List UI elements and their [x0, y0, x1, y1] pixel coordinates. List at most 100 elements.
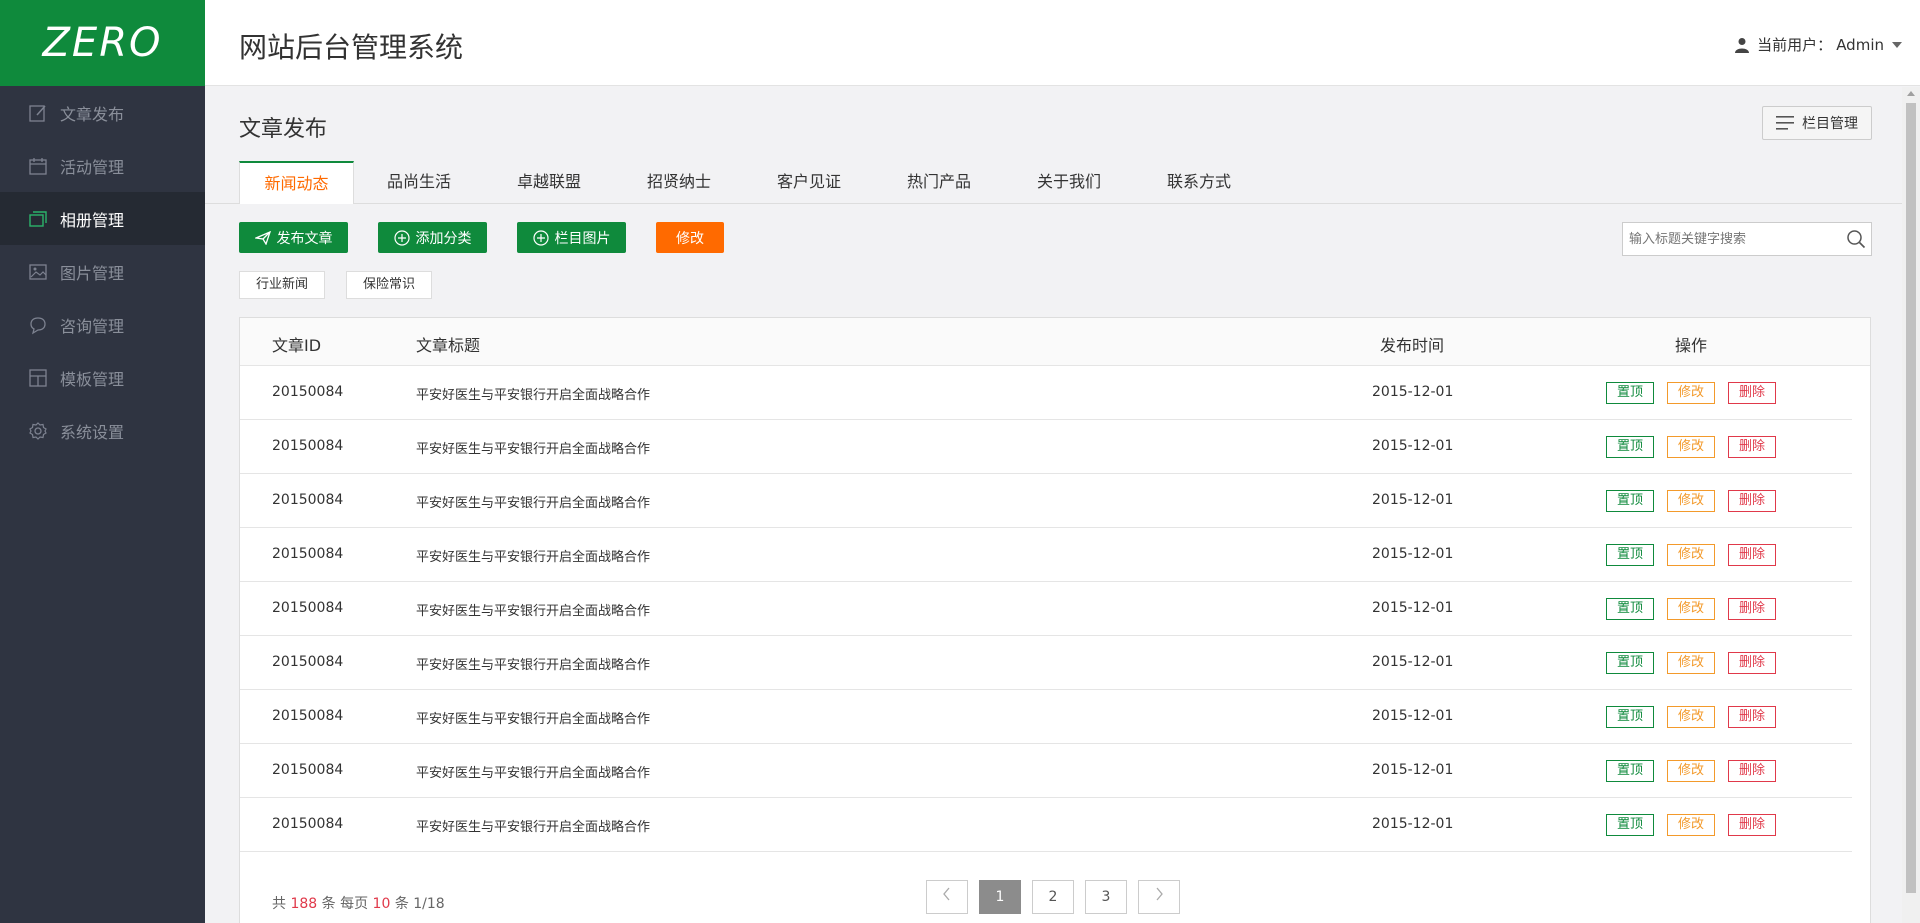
user-menu[interactable]: 当前用户： Admin	[1735, 34, 1902, 55]
sidebar-item-2[interactable]: 相册管理	[0, 192, 205, 245]
delete-button[interactable]: 删除	[1728, 544, 1776, 566]
tab-6[interactable]: 关于我们	[1004, 161, 1134, 204]
edit-button[interactable]: 修改	[1667, 382, 1715, 404]
sidebar: ZERO 文章发布 活动管理 相册管理 图片管理 咨询管理 模板管理 系统设置	[0, 0, 205, 923]
cell-article-title[interactable]: 平安好医生与平安银行开启全面战略合作	[416, 762, 650, 781]
search-input[interactable]	[1623, 224, 1841, 254]
sidebar-item-4[interactable]: 咨询管理	[0, 298, 205, 351]
pin-top-button[interactable]: 置顶	[1606, 436, 1654, 458]
cell-article-id: 20150084	[272, 384, 344, 400]
page-button-3[interactable]: 3	[1085, 880, 1127, 914]
scrollbar-thumb[interactable]	[1906, 103, 1916, 893]
pin-top-button[interactable]: 置顶	[1606, 598, 1654, 620]
delete-button[interactable]: 删除	[1728, 490, 1776, 512]
add-category-button[interactable]: 添加分类	[378, 222, 487, 253]
cell-article-title[interactable]: 平安好医生与平安银行开启全面战略合作	[416, 816, 650, 835]
table-row: 20150084 平安好医生与平安银行开启全面战略合作 2015-12-01 置顶 修改…	[240, 798, 1852, 852]
cell-article-title[interactable]: 平安好医生与平安银行开启全面战略合作	[416, 438, 650, 457]
col-header-ops: 操作	[1675, 336, 1708, 355]
tab-1[interactable]: 品尚生活	[354, 161, 484, 204]
delete-button[interactable]: 删除	[1728, 814, 1776, 836]
tab-3[interactable]: 招贤纳士	[614, 161, 744, 204]
cell-article-id: 20150084	[272, 546, 344, 562]
pin-top-button[interactable]: 置顶	[1606, 652, 1654, 674]
edit-button[interactable]: 修改	[1667, 814, 1715, 836]
modify-button[interactable]: 修改	[656, 222, 724, 253]
delete-button[interactable]: 删除	[1728, 382, 1776, 404]
sidebar-item-1[interactable]: 活动管理	[0, 139, 205, 192]
table-row: 20150084 平安好医生与平安银行开启全面战略合作 2015-12-01 置顶 修改…	[240, 366, 1852, 420]
search-icon[interactable]	[1841, 229, 1871, 249]
total-count: 188	[290, 896, 318, 912]
sidebar-item-5[interactable]: 模板管理	[0, 351, 205, 404]
column-manage-label: 栏目管理	[1802, 116, 1858, 132]
delete-button[interactable]: 删除	[1728, 436, 1776, 458]
cell-article-title[interactable]: 平安好医生与平安银行开启全面战略合作	[416, 600, 650, 619]
add-category-label: 添加分类	[415, 230, 472, 247]
pagination-info: 共 188 条 每页 10 条 1/18	[272, 893, 445, 913]
category-insurance-knowledge[interactable]: 保险常识	[346, 271, 433, 299]
pin-top-button[interactable]: 置顶	[1606, 544, 1654, 566]
table-row: 20150084 平安好医生与平安银行开启全面战略合作 2015-12-01 置顶 修改…	[240, 582, 1852, 636]
current-user-label: 当前用户：	[1757, 36, 1833, 54]
edit-button[interactable]: 修改	[1667, 436, 1715, 458]
delete-button[interactable]: 删除	[1728, 652, 1776, 674]
column-image-label: 栏目图片	[554, 230, 611, 247]
publish-article-button[interactable]: 发布文章	[239, 222, 348, 253]
sidebar-item-6[interactable]: 系统设置	[0, 404, 205, 457]
delete-button[interactable]: 删除	[1728, 760, 1776, 782]
pin-top-button[interactable]: 置顶	[1606, 814, 1654, 836]
column-image-button[interactable]: 栏目图片	[517, 222, 626, 253]
cell-article-title[interactable]: 平安好医生与平安银行开启全面战略合作	[416, 384, 650, 403]
delete-button[interactable]: 删除	[1728, 598, 1776, 620]
column-manage-button[interactable]: 栏目管理	[1762, 106, 1872, 140]
tab-4[interactable]: 客户见证	[744, 161, 874, 204]
plus-circle-icon	[532, 229, 549, 246]
edit-button[interactable]: 修改	[1667, 598, 1715, 620]
edit-button[interactable]: 修改	[1667, 652, 1715, 674]
tab-5[interactable]: 热门产品	[874, 161, 1004, 204]
tab-7[interactable]: 联系方式	[1134, 161, 1264, 204]
category-industry-news[interactable]: 行业新闻	[239, 271, 326, 299]
edit-button[interactable]: 修改	[1667, 490, 1715, 512]
pin-top-button[interactable]: 置顶	[1606, 382, 1654, 404]
delete-button[interactable]: 删除	[1728, 706, 1776, 728]
sidebar-item-label: 活动管理	[60, 157, 125, 177]
pin-top-button[interactable]: 置顶	[1606, 760, 1654, 782]
table-row: 20150084 平安好医生与平安银行开启全面战略合作 2015-12-01 置顶 修改…	[240, 744, 1852, 798]
prev-page-button[interactable]	[926, 880, 968, 914]
modify-label: 修改	[676, 230, 704, 247]
cell-article-title[interactable]: 平安好医生与平安银行开启全面战略合作	[416, 492, 650, 511]
album-icon	[28, 209, 48, 229]
page-button-1[interactable]: 1	[979, 880, 1021, 914]
next-page-button[interactable]	[1138, 880, 1180, 914]
cell-article-title[interactable]: 平安好医生与平安银行开启全面战略合作	[416, 708, 650, 727]
page-scrollbar[interactable]	[1902, 87, 1920, 923]
edit-button[interactable]: 修改	[1667, 544, 1715, 566]
pin-top-button[interactable]: 置顶	[1606, 490, 1654, 512]
per-page-count: 10	[372, 896, 391, 912]
gear-icon	[28, 421, 48, 441]
sidebar-item-0[interactable]: 文章发布	[0, 86, 205, 139]
cell-article-title[interactable]: 平安好医生与平安银行开启全面战略合作	[416, 654, 650, 673]
page-button-2[interactable]: 2	[1032, 880, 1074, 914]
cell-article-title[interactable]: 平安好医生与平安银行开启全面战略合作	[416, 546, 650, 565]
total-prefix: 共	[272, 896, 286, 912]
sidebar-nav: 文章发布活动管理相册管理图片管理 咨询管理 模板管理 系统设置	[0, 86, 205, 457]
table-row: 20150084 平安好医生与平安银行开启全面战略合作 2015-12-01 置顶 修改…	[240, 636, 1852, 690]
table-row: 20150084 平安好医生与平安银行开启全面战略合作 2015-12-01 置顶 修改…	[240, 528, 1852, 582]
tab-0[interactable]: 新闻动态	[239, 161, 354, 204]
tab-2[interactable]: 卓越联盟	[484, 161, 614, 204]
edit-button[interactable]: 修改	[1667, 760, 1715, 782]
main-content: 文章发布 栏目管理 新闻动态 品尚生活 卓越联盟 招贤纳士 客户见证 热门产品 关于我们 联系…	[205, 87, 1902, 923]
chat-icon	[28, 315, 48, 335]
page-indicator: 条 1/18	[394, 896, 445, 912]
sidebar-item-label: 相册管理	[60, 210, 125, 230]
cell-publish-date: 2015-12-01	[1372, 546, 1454, 562]
pin-top-button[interactable]: 置顶	[1606, 706, 1654, 728]
sidebar-item-3[interactable]: 图片管理	[0, 245, 205, 298]
article-table: 文章ID 文章标题 发布时间 操作 20150084 平安好医生与平安银行开启全面…	[239, 317, 1871, 923]
scroll-up-icon[interactable]	[1907, 91, 1915, 96]
chevron-left-icon	[943, 887, 950, 901]
edit-button[interactable]: 修改	[1667, 706, 1715, 728]
